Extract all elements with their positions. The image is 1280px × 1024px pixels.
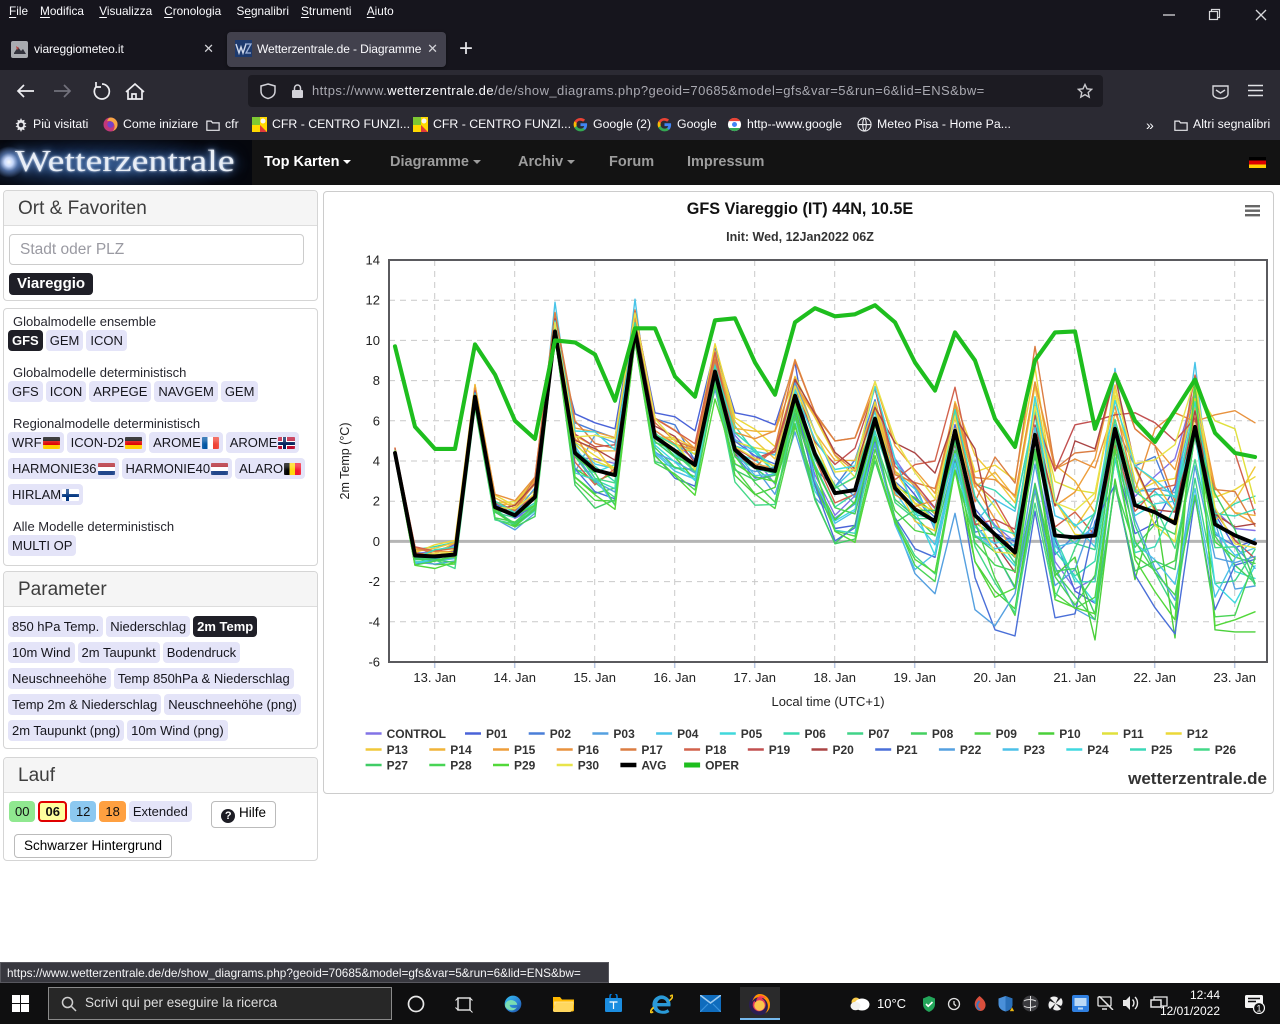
svg-text:13. Jan: 13. Jan	[413, 670, 456, 685]
svg-text:P15: P15	[514, 743, 536, 757]
svg-text:P10: P10	[1059, 727, 1081, 741]
svg-text:19. Jan: 19. Jan	[893, 670, 936, 685]
svg-text:P08: P08	[932, 727, 954, 741]
svg-text:P04: P04	[677, 727, 699, 741]
svg-text:AVG: AVG	[641, 759, 666, 773]
svg-text:8: 8	[373, 373, 380, 388]
svg-text:22. Jan: 22. Jan	[1133, 670, 1176, 685]
svg-text:P26: P26	[1215, 743, 1237, 757]
svg-text:P13: P13	[387, 743, 409, 757]
svg-text:21. Jan: 21. Jan	[1053, 670, 1096, 685]
svg-text:-2: -2	[368, 574, 380, 589]
svg-text:2m Temp (°C): 2m Temp (°C)	[338, 422, 352, 499]
svg-text:23. Jan: 23. Jan	[1213, 670, 1256, 685]
svg-text:P14: P14	[450, 743, 472, 757]
svg-text:12: 12	[366, 293, 380, 308]
svg-text:P23: P23	[1024, 743, 1046, 757]
svg-text:OPER: OPER	[705, 759, 739, 773]
svg-text:P06: P06	[805, 727, 827, 741]
svg-text:P01: P01	[486, 727, 508, 741]
svg-text:P05: P05	[741, 727, 763, 741]
svg-text:P22: P22	[960, 743, 982, 757]
svg-text:P03: P03	[613, 727, 635, 741]
svg-text:CONTROL: CONTROL	[387, 727, 446, 741]
svg-text:Local time (UTC+1): Local time (UTC+1)	[771, 694, 884, 709]
svg-text:20. Jan: 20. Jan	[973, 670, 1016, 685]
svg-text:P12: P12	[1187, 727, 1209, 741]
svg-text:P24: P24	[1087, 743, 1109, 757]
svg-text:-4: -4	[368, 614, 380, 629]
svg-text:wetterzentrale.de: wetterzentrale.de	[1127, 769, 1267, 788]
svg-text:P25: P25	[1151, 743, 1173, 757]
svg-text:P16: P16	[578, 743, 600, 757]
svg-text:14: 14	[366, 253, 380, 268]
svg-text:P11: P11	[1123, 727, 1144, 741]
svg-text:P29: P29	[514, 759, 536, 773]
svg-text:P21: P21	[896, 743, 918, 757]
svg-text:Init: Wed, 12Jan2022 06Z: Init: Wed, 12Jan2022 06Z	[726, 230, 874, 244]
svg-text:15. Jan: 15. Jan	[573, 670, 616, 685]
svg-text:0: 0	[373, 534, 380, 549]
svg-text:P18: P18	[705, 743, 727, 757]
svg-text:2: 2	[373, 494, 380, 509]
svg-text:16. Jan: 16. Jan	[653, 670, 696, 685]
svg-text:P28: P28	[450, 759, 472, 773]
svg-text:GFS Viareggio (IT) 44N, 10.5E: GFS Viareggio (IT) 44N, 10.5E	[687, 200, 914, 218]
svg-text:P30: P30	[578, 759, 600, 773]
svg-text:P09: P09	[996, 727, 1018, 741]
svg-text:P02: P02	[550, 727, 572, 741]
svg-text:17. Jan: 17. Jan	[733, 670, 776, 685]
svg-text:P07: P07	[868, 727, 890, 741]
svg-text:-6: -6	[368, 655, 380, 670]
svg-text:14. Jan: 14. Jan	[493, 670, 536, 685]
svg-text:18. Jan: 18. Jan	[813, 670, 856, 685]
svg-text:P20: P20	[833, 743, 855, 757]
svg-text:4: 4	[373, 454, 380, 469]
svg-text:P19: P19	[769, 743, 791, 757]
svg-text:6: 6	[373, 413, 380, 428]
svg-text:10: 10	[366, 333, 380, 348]
svg-text:P17: P17	[641, 743, 663, 757]
svg-text:1: 1	[1256, 1004, 1261, 1014]
svg-text:P27: P27	[387, 759, 409, 773]
